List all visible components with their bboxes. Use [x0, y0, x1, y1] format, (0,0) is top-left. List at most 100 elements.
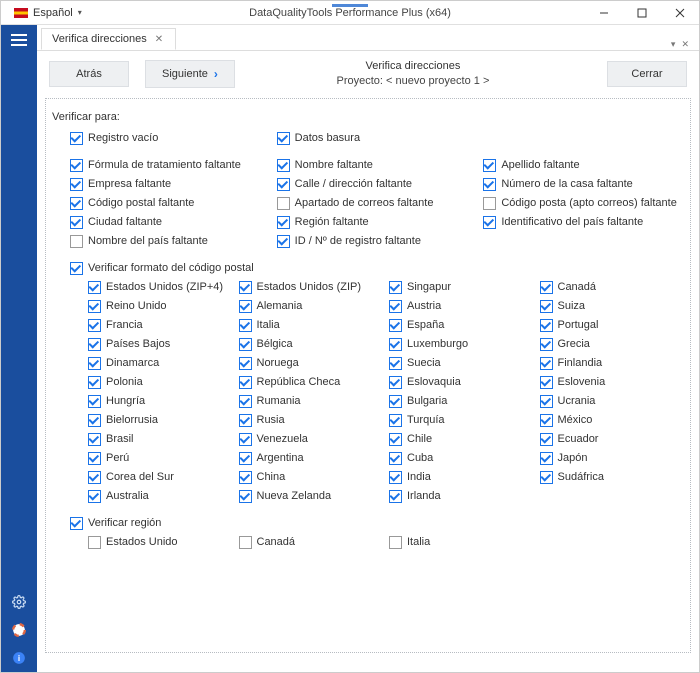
checkbox[interactable]	[70, 216, 83, 229]
zip_countries-item[interactable]: Argentina	[239, 449, 384, 468]
zip_countries-item[interactable]: China	[239, 468, 384, 487]
checkbox[interactable]	[540, 319, 553, 332]
back-button[interactable]: Atrás	[49, 61, 129, 87]
zip_countries-item[interactable]: Reino Unido	[88, 297, 233, 316]
zip_countries-item[interactable]: Eslovaquia	[389, 373, 534, 392]
zip_countries-item[interactable]: Ucrania	[540, 392, 685, 411]
checkbox[interactable]	[389, 357, 402, 370]
checkbox[interactable]	[389, 471, 402, 484]
region-section-toggle[interactable]: Verificar región	[70, 514, 684, 533]
checkbox-region[interactable]	[70, 517, 83, 530]
checkbox[interactable]	[483, 178, 496, 191]
checkbox-zip-format[interactable]	[70, 262, 83, 275]
zip_countries-item[interactable]: Suiza	[540, 297, 685, 316]
checkbox[interactable]	[70, 178, 83, 191]
checkbox[interactable]	[389, 338, 402, 351]
zip_countries-item[interactable]: Noruega	[239, 354, 384, 373]
window-maximize-button[interactable]	[623, 2, 661, 24]
checkbox[interactable]	[540, 433, 553, 446]
checkbox[interactable]	[88, 395, 101, 408]
zip_countries-item[interactable]: Dinamarca	[88, 354, 233, 373]
checkbox[interactable]	[88, 471, 101, 484]
checkbox[interactable]	[70, 235, 83, 248]
checkbox[interactable]	[389, 300, 402, 313]
checkbox[interactable]	[277, 178, 290, 191]
checkbox[interactable]	[389, 376, 402, 389]
checkbox[interactable]	[239, 414, 252, 427]
field_checks-item[interactable]: Calle / dirección faltante	[277, 175, 478, 194]
top_pair-item[interactable]: Datos basura	[277, 129, 478, 148]
zip_countries-item[interactable]: Sudáfrica	[540, 468, 685, 487]
field_checks-item[interactable]: Región faltante	[277, 213, 478, 232]
checkbox[interactable]	[88, 490, 101, 503]
checkbox[interactable]	[239, 433, 252, 446]
checkbox[interactable]	[239, 357, 252, 370]
zip_countries-item[interactable]: Bulgaria	[389, 392, 534, 411]
zip_countries-item[interactable]: Perú	[88, 449, 233, 468]
zip_countries-item[interactable]: Eslovenia	[540, 373, 685, 392]
language-selector[interactable]: Español ▾	[5, 4, 91, 22]
zip_countries-item[interactable]: Turquía	[389, 411, 534, 430]
checkbox[interactable]	[483, 216, 496, 229]
checkbox[interactable]	[540, 395, 553, 408]
checkbox[interactable]	[389, 452, 402, 465]
checkbox[interactable]	[277, 197, 290, 210]
checkbox[interactable]	[540, 281, 553, 294]
zip_countries-item[interactable]: Grecia	[540, 335, 685, 354]
zip_countries-item[interactable]: Rusia	[239, 411, 384, 430]
checkbox[interactable]	[277, 216, 290, 229]
field_checks-item[interactable]: Nombre faltante	[277, 156, 478, 175]
zip_countries-item[interactable]: Alemania	[239, 297, 384, 316]
checkbox[interactable]	[540, 452, 553, 465]
field_checks-item[interactable]: ID / Nº de registro faltante	[277, 232, 478, 251]
region_countries-item[interactable]: Canadá	[239, 533, 384, 552]
field_checks-item[interactable]: Ciudad faltante	[70, 213, 271, 232]
checkbox[interactable]	[540, 471, 553, 484]
zip_countries-item[interactable]: Italia	[239, 316, 384, 335]
zip_countries-item[interactable]: Hungría	[88, 392, 233, 411]
zip_countries-item[interactable]: Australia	[88, 487, 233, 506]
checkbox[interactable]	[239, 536, 252, 549]
field_checks-item[interactable]: Fórmula de tratamiento faltante	[70, 156, 271, 175]
checkbox[interactable]	[389, 490, 402, 503]
zip_countries-item[interactable]: India	[389, 468, 534, 487]
tab-menu-icon[interactable]: ▾	[671, 39, 676, 50]
checkbox[interactable]	[239, 300, 252, 313]
zip_countries-item[interactable]: Chile	[389, 430, 534, 449]
top_pair-item[interactable]: Registro vacío	[70, 129, 271, 148]
next-button[interactable]: Siguiente ›	[145, 60, 235, 88]
zip_countries-item[interactable]: Países Bajos	[88, 335, 233, 354]
checkbox[interactable]	[239, 376, 252, 389]
zip_countries-item[interactable]: Singapur	[389, 278, 534, 297]
region_countries-item[interactable]: Estados Unido	[88, 533, 233, 552]
checkbox[interactable]	[88, 536, 101, 549]
zip_countries-item[interactable]: Rumania	[239, 392, 384, 411]
window-close-button[interactable]	[661, 2, 699, 24]
checkbox[interactable]	[389, 319, 402, 332]
zip_countries-item[interactable]: Finlandia	[540, 354, 685, 373]
zip-format-section-toggle[interactable]: Verificar formato del código postal	[70, 259, 684, 278]
checkbox[interactable]	[389, 395, 402, 408]
zip_countries-item[interactable]: Portugal	[540, 316, 685, 335]
zip_countries-item[interactable]: Japón	[540, 449, 685, 468]
checkbox[interactable]	[239, 319, 252, 332]
window-minimize-button[interactable]	[585, 2, 623, 24]
checkbox[interactable]	[239, 281, 252, 294]
checkbox[interactable]	[70, 197, 83, 210]
zip_countries-item[interactable]: Canadá	[540, 278, 685, 297]
zip_countries-item[interactable]: Bielorrusia	[88, 411, 233, 430]
zip_countries-item[interactable]: Polonia	[88, 373, 233, 392]
zip_countries-item[interactable]: España	[389, 316, 534, 335]
field_checks-item[interactable]: Código postal faltante	[70, 194, 271, 213]
settings-icon[interactable]	[1, 588, 37, 616]
zip_countries-item[interactable]: México	[540, 411, 685, 430]
field_checks-item[interactable]: Apellido faltante	[483, 156, 684, 175]
tab-close-icon[interactable]: ✕	[155, 34, 163, 45]
zip_countries-item[interactable]: Irlanda	[389, 487, 534, 506]
checkbox[interactable]	[389, 281, 402, 294]
zip_countries-item[interactable]: Ecuador	[540, 430, 685, 449]
close-button[interactable]: Cerrar	[607, 61, 687, 87]
field_checks-item[interactable]: Código posta (apto correos) faltante	[483, 194, 684, 213]
zip_countries-item[interactable]: Cuba	[389, 449, 534, 468]
checkbox[interactable]	[88, 452, 101, 465]
